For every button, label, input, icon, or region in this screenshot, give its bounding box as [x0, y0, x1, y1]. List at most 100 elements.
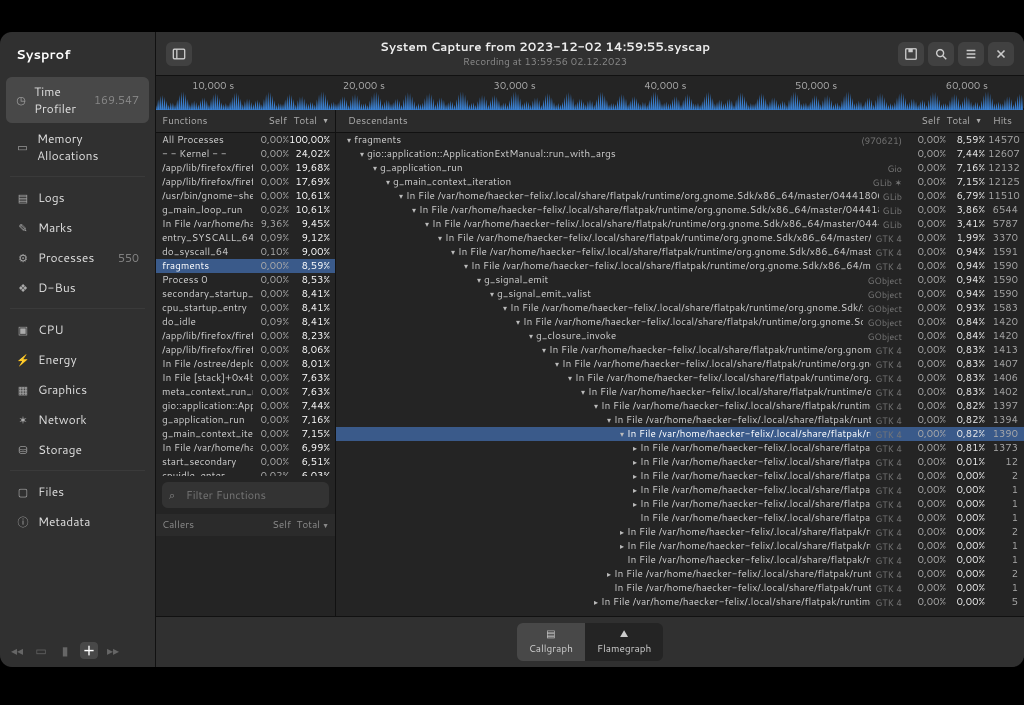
tree-row[interactable]: ▾g_application_runGio0,00%7,16%12132: [336, 161, 1024, 175]
expand-icon[interactable]: ▾: [474, 274, 484, 286]
expand-icon[interactable]: ▾: [370, 162, 380, 174]
col-tree-total[interactable]: Total: [940, 114, 982, 128]
menu-button[interactable]: [958, 42, 984, 66]
expand-icon[interactable]: ▾: [578, 386, 588, 398]
function-row[interactable]: cpuidle_enter0,02%6,03%: [156, 469, 335, 476]
tree-row[interactable]: ▸In File /var/home/haecker-felix/.local/…: [336, 497, 1024, 511]
expand-icon[interactable]: ▾: [409, 204, 419, 216]
function-row[interactable]: entry_SYSCALL_64_a0,09%9,12%: [156, 231, 335, 245]
remove-tab-button[interactable]: ▭: [32, 642, 50, 659]
expand-icon[interactable]: ▸: [617, 540, 627, 552]
function-row[interactable]: In File /ostree/deploy0,00%8,01%: [156, 357, 335, 371]
tree-row[interactable]: ▾fragments(970621)0,00%8,59%14570: [336, 133, 1024, 147]
sidebar-item[interactable]: ▭Memory Allocations: [6, 124, 149, 170]
expand-icon[interactable]: ▸: [617, 526, 627, 538]
sidebar-item[interactable]: ◷Time Profiler169.547: [6, 77, 149, 123]
sidebar-toggle-button[interactable]: [166, 42, 192, 66]
col-functions[interactable]: Functions: [162, 114, 247, 128]
expand-icon[interactable]: ▾: [513, 316, 523, 328]
tree-row[interactable]: ▸In File /var/home/haecker-felix/.local/…: [336, 595, 1024, 609]
tree-row[interactable]: ▸In File /var/home/haecker-felix/.local/…: [336, 469, 1024, 483]
tree-row[interactable]: ▾In File /var/home/haecker-felix/.local/…: [336, 385, 1024, 399]
tree-row[interactable]: In File /var/home/haecker-felix/.local/s…: [336, 581, 1024, 595]
tree-row[interactable]: ▾In File /var/home/haecker-felix/.local/…: [336, 343, 1024, 357]
expand-icon[interactable]: ▸: [630, 484, 640, 496]
function-row[interactable]: /app/lib/firefox/firefo0,00%8,23%: [156, 329, 335, 343]
function-row[interactable]: Process 00,00%8,53%: [156, 273, 335, 287]
expand-icon[interactable]: ▸: [630, 498, 640, 510]
expand-icon[interactable]: ▾: [396, 190, 406, 202]
function-row[interactable]: In File /var/home/hae0,00%6,99%: [156, 441, 335, 455]
tree-row[interactable]: ▾In File /var/home/haecker-felix/.local/…: [336, 315, 1024, 329]
expand-icon[interactable]: ▾: [591, 400, 601, 412]
tree-row[interactable]: ▾In File /var/home/haecker-felix/.local/…: [336, 301, 1024, 315]
col-tree-self[interactable]: Self: [900, 114, 940, 128]
col-callers[interactable]: Callers: [162, 518, 253, 532]
expand-icon[interactable]: ▾: [487, 288, 497, 300]
tree-row[interactable]: ▾In File /var/home/haecker-felix/.local/…: [336, 203, 1024, 217]
function-row[interactable]: cpu_startup_entry0,00%8,41%: [156, 301, 335, 315]
expand-icon[interactable]: ▾: [357, 148, 367, 160]
expand-icon[interactable]: ▾: [344, 134, 354, 146]
expand-icon[interactable]: ▾: [383, 176, 393, 188]
function-row[interactable]: start_secondary0,00%6,51%: [156, 455, 335, 469]
tree-row[interactable]: ▸In File /var/home/haecker-felix/.local/…: [336, 567, 1024, 581]
callgraph-tree[interactable]: ▾fragments(970621)0,00%8,59%14570▾gio::a…: [336, 133, 1024, 616]
col-descendants[interactable]: Descendants: [342, 114, 900, 128]
function-row[interactable]: g_main_context_itera0,00%7,15%: [156, 427, 335, 441]
function-row[interactable]: do_syscall_640,10%9,00%: [156, 245, 335, 259]
add-tab-button[interactable]: ＋: [80, 642, 98, 659]
expand-icon[interactable]: ▾: [500, 302, 510, 314]
function-row[interactable]: /app/lib/firefox/firefo0,00%8,06%: [156, 343, 335, 357]
tree-row[interactable]: ▸In File /var/home/haecker-felix/.local/…: [336, 525, 1024, 539]
tab-prev-icon[interactable]: ◂◂: [8, 642, 26, 659]
filter-functions-input[interactable]: [162, 482, 329, 508]
function-row[interactable]: g_application_run0,00%7,16%: [156, 413, 335, 427]
expand-icon[interactable]: ▾: [526, 330, 536, 342]
tabs-icon[interactable]: ▮: [56, 642, 74, 659]
close-button[interactable]: [988, 42, 1014, 66]
tree-row[interactable]: ▾gio::application::ApplicationExtManual:…: [336, 147, 1024, 161]
view-callgraph[interactable]: ▤ Callgraph: [517, 623, 585, 661]
col-hits[interactable]: Hits: [982, 114, 1018, 128]
expand-icon[interactable]: ▾: [435, 232, 445, 244]
function-row[interactable]: /usr/bin/gnome-shell0,00%10,61%: [156, 189, 335, 203]
tree-row[interactable]: ▾In File /var/home/haecker-felix/.local/…: [336, 259, 1024, 273]
function-row[interactable]: do_idle0,09%8,41%: [156, 315, 335, 329]
expand-icon[interactable]: ▸: [591, 596, 601, 608]
sidebar-item[interactable]: ✎Marks: [6, 213, 149, 242]
function-row[interactable]: secondary_startup_60,00%8,41%: [156, 287, 335, 301]
sidebar-item[interactable]: ⛁Storage: [6, 435, 149, 464]
sidebar-item[interactable]: ▤Logs: [6, 183, 149, 212]
tree-row[interactable]: In File /var/home/haecker-felix/.local/s…: [336, 511, 1024, 525]
tab-next-icon[interactable]: ▸▸: [104, 642, 122, 659]
sidebar-item[interactable]: ❖D-Bus: [6, 273, 149, 302]
function-row[interactable]: /app/lib/firefox/firefo0,00%19,68%: [156, 161, 335, 175]
sidebar-item[interactable]: ▣CPU: [6, 315, 149, 344]
tree-row[interactable]: ▸In File /var/home/haecker-felix/.local/…: [336, 455, 1024, 469]
tree-row[interactable]: ▾g_main_context_iterationGLib ✶0,00%7,15…: [336, 175, 1024, 189]
sidebar-item[interactable]: ⓘMetadata: [6, 507, 149, 536]
timeline-ruler[interactable]: 10,000 s20,000 s30,000 s40,000 s50,000 s…: [156, 75, 1024, 109]
search-button[interactable]: [928, 42, 954, 66]
function-row[interactable]: In File /var/home/hae9,36%9,45%: [156, 217, 335, 231]
expand-icon[interactable]: ▾: [448, 246, 458, 258]
save-button[interactable]: [898, 42, 924, 66]
sidebar-item[interactable]: ▦Graphics: [6, 375, 149, 404]
function-row[interactable]: In File [stack]+0x4b10,00%7,63%: [156, 371, 335, 385]
functions-list[interactable]: All Processes0,00%100,00%- - Kernel - -0…: [156, 133, 335, 476]
tree-row[interactable]: ▾In File /var/home/haecker-felix/.local/…: [336, 427, 1024, 441]
expand-icon[interactable]: ▾: [461, 260, 471, 272]
tree-row[interactable]: ▾In File /var/home/haecker-felix/.local/…: [336, 357, 1024, 371]
tree-row[interactable]: ▾In File /var/home/haecker-felix/.local/…: [336, 231, 1024, 245]
tree-row[interactable]: ▾g_signal_emitGObject0,00%0,94%1590: [336, 273, 1024, 287]
function-row[interactable]: /app/lib/firefox/firefo0,00%17,69%: [156, 175, 335, 189]
tree-row[interactable]: ▾In File /var/home/haecker-felix/.local/…: [336, 399, 1024, 413]
expand-icon[interactable]: ▾: [604, 414, 614, 426]
expand-icon[interactable]: ▸: [604, 568, 614, 580]
sidebar-item[interactable]: ▢Files: [6, 477, 149, 506]
expand-icon[interactable]: ▾: [422, 218, 432, 230]
sidebar-item[interactable]: ⚙Processes550: [6, 243, 149, 272]
col-total[interactable]: Total: [287, 114, 329, 128]
tree-row[interactable]: ▸In File /var/home/haecker-felix/.local/…: [336, 483, 1024, 497]
